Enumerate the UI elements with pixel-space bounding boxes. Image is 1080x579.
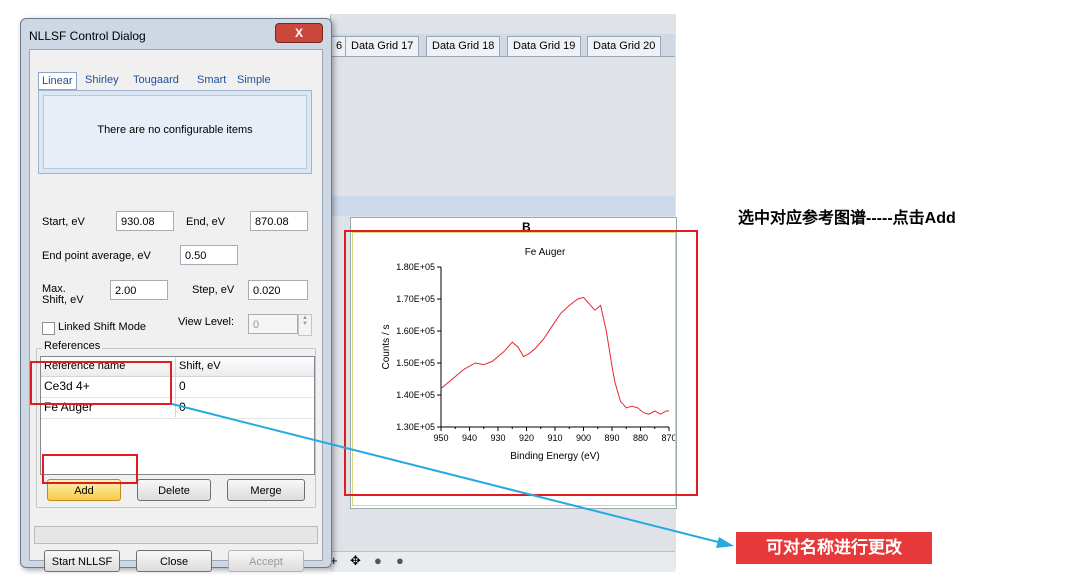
callout-arrow [171, 403, 734, 548]
instruction-note: 选中对应参考图谱-----点击Add [738, 210, 956, 227]
rename-note-badge: 可对名称进行更改 [736, 532, 932, 564]
